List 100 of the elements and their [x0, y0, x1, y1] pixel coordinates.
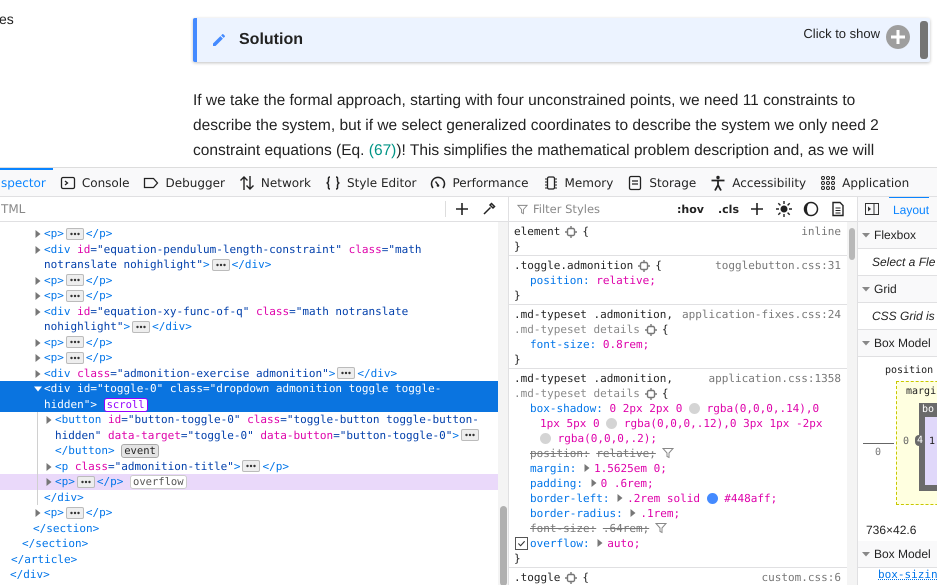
crosshair-icon[interactable]	[565, 226, 578, 238]
property-name[interactable]: position:	[530, 447, 590, 460]
ellipsis-icon[interactable]	[66, 290, 84, 302]
source-link[interactable]: custom.css:6	[762, 570, 841, 585]
markup-node[interactable]: <div id="equation-pendulum-length-constraint" class="math notranslate nohighlight"> </div>	[0, 242, 498, 272]
eyedropper-icon[interactable]	[481, 201, 497, 217]
color-swatch[interactable]	[688, 403, 700, 414]
property-name[interactable]: box-sizin	[858, 568, 937, 581]
box-model-value[interactable]: 1	[929, 436, 936, 447]
color-swatch[interactable]	[606, 418, 618, 429]
expand-triangle-icon[interactable]	[34, 308, 42, 316]
property-value[interactable]: 1px 5px 0	[540, 417, 600, 430]
property-value[interactable]: 0.8rem;	[602, 338, 650, 351]
source-link[interactable]: application-fixes.css:24	[682, 307, 841, 322]
devtools-tab[interactable]: Accessibility	[703, 168, 814, 196]
property-value[interactable]: .1rem;	[640, 507, 680, 520]
markup-node[interactable]: <p> </p>	[0, 350, 498, 366]
markup-node[interactable]: <div id="equation-xy-func-of-q" class="math notranslate nohighlight"> </div>	[0, 304, 498, 334]
ellipsis-icon[interactable]	[76, 476, 95, 488]
section-header[interactable]: Grid	[858, 276, 937, 303]
scrollbar-thumb[interactable]	[849, 228, 855, 260]
expand-triangle-icon[interactable]	[34, 292, 42, 300]
property-value[interactable]: .2rem solid	[627, 492, 700, 505]
markup-node[interactable]: <p> </p>	[0, 505, 498, 520]
markup-node[interactable]: <p> </p>	[0, 226, 498, 242]
property-value[interactable]: 0 .6rem;	[600, 477, 654, 490]
property-name[interactable]: border-radius:	[530, 507, 623, 520]
source-link[interactable]: togglebutton.css:31	[715, 258, 841, 273]
property-name[interactable]: font-size:	[530, 338, 596, 351]
plus-circle-icon[interactable]	[886, 25, 910, 49]
collapse-triangle-icon[interactable]	[34, 385, 42, 393]
devtools-tab[interactable]: Memory	[536, 168, 620, 196]
property-name[interactable]: position:	[530, 274, 590, 287]
ellipsis-icon[interactable]	[132, 320, 150, 333]
pseudo-class-toggle[interactable]: :hov	[673, 202, 708, 216]
filter-field[interactable]: Filter Styles	[531, 201, 673, 217]
ellipsis-icon[interactable]	[66, 228, 84, 240]
devtools-tab[interactable]: Network	[232, 168, 318, 196]
crosshair-icon[interactable]	[565, 572, 578, 584]
markup-node[interactable]: <p> </p>	[0, 272, 498, 288]
search-field[interactable]: TML	[1, 202, 445, 216]
devtools-tab[interactable]: Style Editor	[318, 168, 424, 196]
property-value[interactable]: .64rem;	[602, 522, 650, 535]
expand-triangle-icon[interactable]	[34, 354, 42, 362]
solution-admonition[interactable]: Solution Click to show	[193, 18, 930, 62]
ellipsis-icon[interactable]	[461, 429, 480, 442]
expand-triangle-icon[interactable]	[34, 338, 42, 346]
enable-checkbox[interactable]	[515, 537, 528, 550]
plus-icon[interactable]	[749, 201, 765, 217]
pseudo-class-toggle[interactable]: .cls	[714, 202, 743, 216]
expand-triangle-icon[interactable]	[34, 276, 42, 284]
filter-icon[interactable]	[662, 447, 674, 459]
devtools-tab[interactable]: Console	[52, 168, 136, 196]
expand-triangle-icon[interactable]	[34, 230, 42, 238]
section-header[interactable]: Flexbox	[858, 222, 937, 249]
devtools-tab[interactable]: Storage	[620, 168, 704, 196]
section-header[interactable]: Box Model	[858, 541, 937, 568]
property-value[interactable]: relative;	[596, 447, 656, 460]
scrollbar-thumb[interactable]	[500, 506, 506, 585]
markup-badge[interactable]: scroll	[104, 398, 148, 412]
markup-badge[interactable]: overflow	[130, 475, 187, 489]
property-name[interactable]: border-left:	[530, 492, 610, 505]
devtools-tab[interactable]: Debugger	[136, 168, 232, 196]
filter-icon[interactable]	[655, 522, 668, 534]
ellipsis-icon[interactable]	[212, 258, 230, 271]
property-value[interactable]: rgba(0,0,0,.14),0	[706, 402, 820, 415]
property-name[interactable]: box-shadow:	[530, 402, 603, 415]
expand-triangle-icon[interactable]	[34, 509, 42, 517]
expand-triangle-icon[interactable]	[45, 416, 53, 424]
crosshair-icon[interactable]	[644, 388, 657, 400]
devtools-tab[interactable]: Performance	[423, 168, 536, 196]
ellipsis-icon[interactable]	[66, 506, 84, 519]
property-value[interactable]: rgba(0,0,0,.12),0 3px 1px -2px	[624, 417, 823, 430]
source-link[interactable]: application.css:1358	[708, 371, 841, 386]
expand-triangle-icon[interactable]	[45, 462, 53, 470]
property-value[interactable]: #448aff;	[724, 492, 778, 505]
box-model-value[interactable]: 0	[903, 436, 910, 447]
sidebar-toggle-icon[interactable]	[865, 203, 879, 215]
ellipsis-icon[interactable]	[66, 336, 84, 348]
crosshair-icon[interactable]	[644, 324, 657, 336]
color-swatch[interactable]	[540, 433, 551, 444]
markup-node[interactable]: <p> </p>	[0, 288, 498, 304]
section-header[interactable]: Box Model	[858, 330, 937, 357]
property-value[interactable]: rgba(0,0,0,.2);	[558, 432, 657, 445]
property-value[interactable]: relative;	[596, 274, 656, 287]
plus-icon[interactable]	[454, 201, 470, 217]
property-name[interactable]: padding:	[530, 477, 583, 490]
moon-icon[interactable]	[803, 201, 819, 217]
devtools-tab[interactable]: Application	[813, 168, 916, 196]
source-link[interactable]: inline	[801, 224, 841, 239]
expand-triangle-icon[interactable]	[596, 539, 604, 547]
property-name[interactable]: overflow:	[530, 537, 590, 550]
ellipsis-icon[interactable]	[66, 352, 84, 364]
markup-node[interactable]: <div class="admonition-exercise admonition"> </div>	[0, 366, 498, 381]
ellipsis-icon[interactable]	[66, 274, 84, 286]
sun-icon[interactable]	[776, 201, 792, 217]
color-swatch[interactable]	[706, 493, 718, 504]
scrollbar-thumb[interactable]	[920, 21, 928, 59]
markup-badge[interactable]: event	[121, 444, 159, 458]
property-value[interactable]: auto;	[607, 537, 640, 550]
